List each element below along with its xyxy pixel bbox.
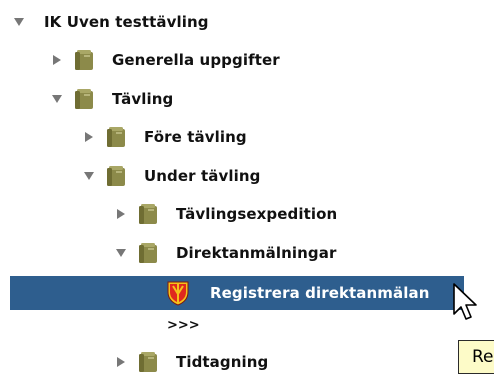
tree-node-label: Generella uppgifter xyxy=(112,51,280,69)
triangle-right-icon[interactable] xyxy=(50,43,64,77)
tree-node-root[interactable]: IK Uven testtävling xyxy=(0,5,494,39)
tree-node-under-tavling[interactable]: Under tävling xyxy=(0,159,494,193)
tree-node-label: Tävling xyxy=(112,90,174,108)
binder-folder-icon xyxy=(105,126,127,148)
triangle-down-icon[interactable] xyxy=(50,82,64,116)
club-crest-icon xyxy=(166,280,190,306)
tree-node-tavlingsexpedition[interactable]: Tävlingsexpedition xyxy=(0,197,494,231)
tree-node-tavling[interactable]: Tävling xyxy=(0,82,494,116)
triangle-down-icon[interactable] xyxy=(82,159,96,193)
binder-folder-icon xyxy=(137,351,159,373)
tree-node-label: Direktanmälningar xyxy=(176,244,337,262)
binder-folder-icon xyxy=(137,203,159,225)
more-link[interactable]: >>> xyxy=(167,313,200,339)
triangle-down-icon[interactable] xyxy=(12,5,26,39)
tree-node-direktanmalningar[interactable]: Direktanmälningar xyxy=(0,236,494,270)
tree-node-label: Registrera direktanmälan xyxy=(210,284,430,302)
tree-node-label: IK Uven testtävling xyxy=(44,13,209,31)
binder-folder-icon xyxy=(137,242,159,264)
binder-folder-icon xyxy=(73,88,95,110)
binder-folder-icon xyxy=(73,49,95,71)
navigation-tree: IK Uven testtävling Generella uppgifter xyxy=(0,0,494,374)
tree-node-label: Tävlingsexpedition xyxy=(176,205,338,223)
triangle-right-icon[interactable] xyxy=(114,197,128,231)
tree-node-label: Under tävling xyxy=(144,167,261,185)
tree-node-fore-tavling[interactable]: Före tävling xyxy=(0,120,494,154)
triangle-down-icon[interactable] xyxy=(114,236,128,270)
tree-node-generella-uppgifter[interactable]: Generella uppgifter xyxy=(0,43,494,77)
binder-folder-icon xyxy=(105,165,127,187)
tree-node-registrera-direktanmalan[interactable]: Registrera direktanmälan xyxy=(10,276,464,310)
triangle-right-icon[interactable] xyxy=(82,120,96,154)
tooltip: Re xyxy=(458,340,494,374)
tree-node-label: Före tävling xyxy=(144,128,247,146)
mouse-pointer-icon xyxy=(452,282,480,326)
